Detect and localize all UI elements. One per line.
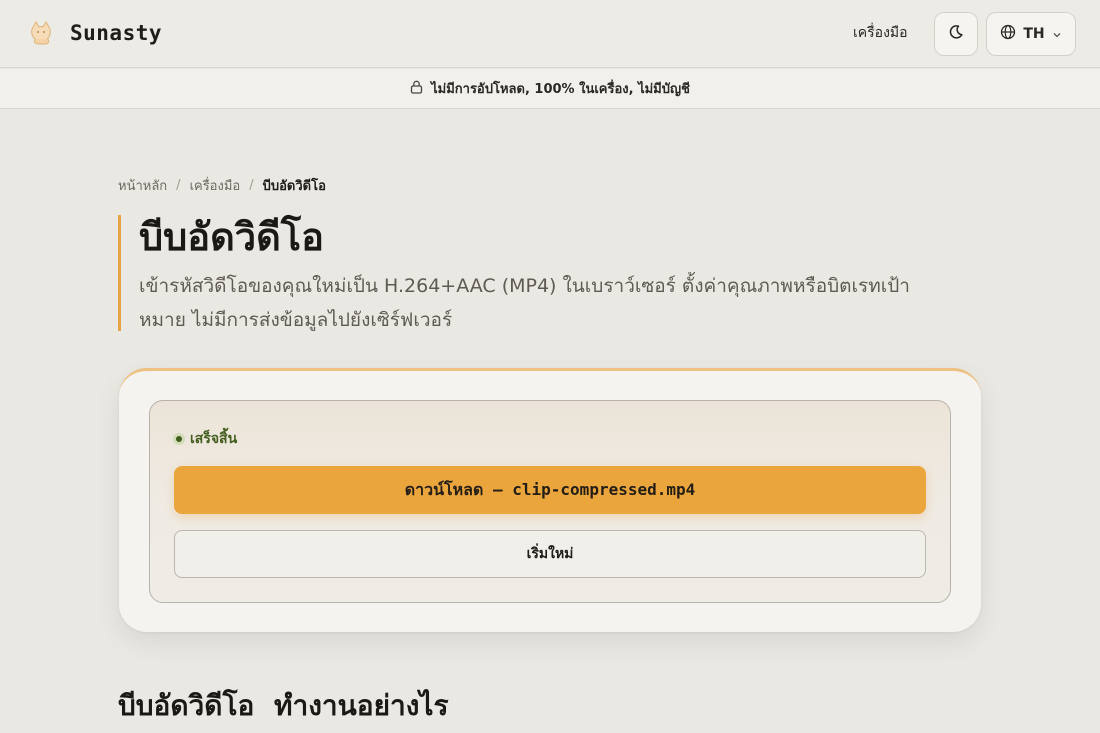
brand[interactable]: Sunasty [26,18,162,48]
download-button[interactable]: ดาวน์โหลด — clip-compressed.mp4 [174,466,926,514]
nav-tools-link[interactable]: เครื่องมือ [853,22,908,44]
privacy-banner: ไม่มีการอัปโหลด, 100% ในเครื่อง, ไม่มีบั… [0,69,1100,109]
brand-name: Sunasty [70,21,163,45]
language-label: TH [1023,26,1045,42]
page-header: บีบอัดวิดีโอ เข้ารหัสวิดีโอของคุณใหม่เป็… [118,215,958,331]
breadcrumb-separator: / [176,178,181,193]
breadcrumb-separator: / [249,178,254,193]
globe-icon [1000,24,1016,44]
top-header: Sunasty เครื่องมือ TH [0,0,1100,68]
lock-icon [410,79,423,98]
restart-button[interactable]: เริ่มใหม่ [174,530,926,578]
download-button-label: ดาวน์โหลด — clip-compressed.mp4 [404,479,696,499]
restart-button-label: เริ่มใหม่ [526,545,574,561]
status-dot [173,433,185,445]
privacy-banner-text: ไม่มีการอัปโหลด, 100% ในเครื่อง, ไม่มีบั… [431,82,690,97]
tool-card: เสร็จสิ้น ดาวน์โหลด — clip-compressed.mp… [119,368,981,632]
page-title: บีบอัดวิดีโอ [139,215,324,259]
moon-icon [948,24,964,44]
breadcrumb-home[interactable]: หน้าหลัก [118,175,167,196]
status-indicator: เสร็จสิ้น [173,428,237,450]
how-it-works-heading: บีบอัดวิดีโอ ทำงานอย่างไร [118,689,449,722]
breadcrumb-tools[interactable]: เครื่องมือ [190,175,241,196]
cat-logo-icon [26,18,56,48]
status-text: เสร็จสิ้น [190,431,238,447]
breadcrumb: หน้าหลัก / เครื่องมือ / บีบอัดวิดีโอ [118,175,326,196]
result-panel: เสร็จสิ้น ดาวน์โหลด — clip-compressed.mp… [149,400,951,603]
page-subtitle: เข้ารหัสวิดีโอของคุณใหม่เป็น H.264+AAC (… [139,275,910,331]
chevron-down-icon [1052,25,1062,44]
breadcrumb-current: บีบอัดวิดีโอ [262,179,326,194]
language-select[interactable]: TH [986,12,1076,56]
theme-toggle-button[interactable] [934,12,978,56]
